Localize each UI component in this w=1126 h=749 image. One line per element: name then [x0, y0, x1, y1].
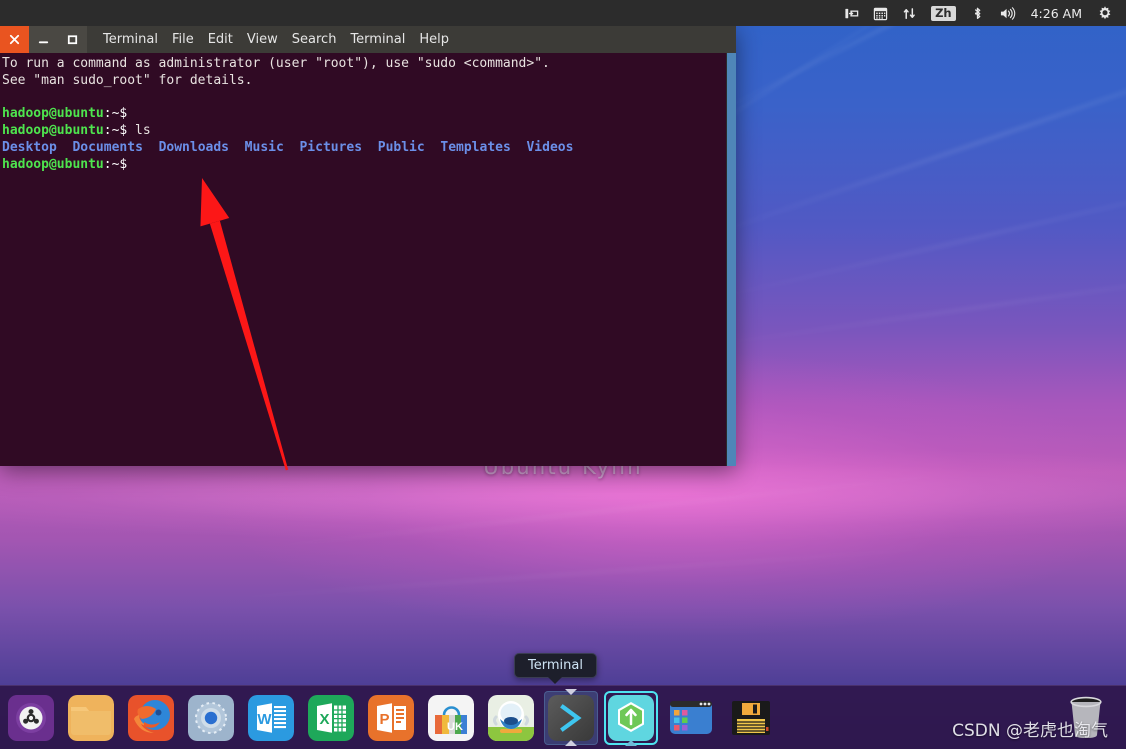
menu-item-search[interactable]: Search [285, 26, 344, 53]
menu-item-file[interactable]: File [165, 26, 201, 53]
terminal-icon [548, 694, 594, 741]
terminal-prompt-line: hadoop@ubuntu:~$ ls [2, 123, 151, 139]
terminal-dir-entry: Templates [440, 139, 511, 155]
software-updater-icon [608, 694, 654, 741]
files-icon [68, 694, 114, 741]
running-indicator-top [565, 688, 577, 695]
terminal-dir-entry: Videos [526, 139, 574, 155]
dock-item-kylin-video[interactable] [484, 691, 538, 745]
dock-item-excel[interactable]: X [304, 691, 358, 745]
system-tray: Zh 4:26 AM [837, 0, 1120, 26]
dock-item-app-grid[interactable] [664, 691, 718, 745]
input-method-label: Zh [931, 5, 956, 21]
top-panel: Zh 4:26 AM [0, 0, 1126, 26]
window-title: Terminal [103, 32, 158, 47]
running-indicator-bottom [565, 739, 577, 746]
close-icon[interactable] [0, 26, 29, 53]
terminal-dir-entry: Documents [72, 139, 143, 155]
terminal-ls-output: Desktop Documents Downloads Music Pictur… [2, 140, 726, 157]
volume-icon[interactable] [992, 0, 1023, 26]
word-icon: W [248, 694, 294, 741]
menu-item-help[interactable]: Help [412, 26, 456, 53]
kylin-video-icon [488, 694, 534, 741]
terminal-scrollbar[interactable] [726, 53, 736, 466]
ubuntu-launcher-icon [8, 694, 54, 741]
terminal-titlebar[interactable]: Terminal File Edit View Search Terminal … [0, 26, 736, 53]
dock-item-files[interactable] [64, 691, 118, 745]
terminal-body[interactable]: To run a command as administrator (user … [0, 53, 736, 466]
dock-item-save-disk[interactable] [724, 691, 778, 745]
menu-item-edit[interactable]: Edit [201, 26, 240, 53]
terminal-prompt-line: hadoop@ubuntu:~$ [2, 156, 128, 172]
terminal-prompt-line: hadoop@ubuntu:~$ [2, 106, 128, 122]
menu-item-terminal[interactable]: Terminal [343, 26, 412, 53]
window-buttons [0, 26, 87, 53]
bluetooth-icon[interactable] [963, 0, 992, 26]
dock-item-powerpoint[interactable]: P [364, 691, 418, 745]
excel-icon: X [308, 694, 354, 741]
terminal-line: To run a command as administrator (user … [2, 56, 550, 71]
menu-item-view[interactable]: View [240, 26, 285, 53]
terminal-line: See "man sudo_root" for details. [2, 72, 253, 88]
dock-item-ubuntu-launcher[interactable] [4, 691, 58, 745]
svg-text:W: W [257, 711, 272, 728]
dock-item-word[interactable]: W [244, 691, 298, 745]
software-center-icon: UK [428, 694, 474, 741]
display-connect-icon[interactable] [837, 0, 866, 26]
gear-icon[interactable] [1090, 0, 1120, 26]
desktop: Ubuntu Kylin Zh 4:26 AM Terminal File Ed… [0, 0, 1126, 749]
terminal-dir-entry: Public [377, 139, 425, 155]
terminal-menubar: Terminal File Edit View Search Terminal … [97, 26, 456, 53]
calendar-icon[interactable] [866, 0, 895, 26]
terminal-dir-entry: Pictures [299, 139, 363, 155]
dock-item-kylin-assistant[interactable] [184, 691, 238, 745]
powerpoint-icon: P [368, 694, 414, 741]
dock-tooltip: Terminal [514, 653, 597, 678]
svg-text:X: X [319, 711, 329, 728]
dock-item-firefox[interactable] [124, 691, 178, 745]
dock-item-software-updater[interactable] [604, 691, 658, 746]
dock-item-terminal[interactable] [544, 688, 598, 746]
network-updown-icon[interactable] [895, 0, 924, 26]
input-method-icon[interactable]: Zh [924, 0, 963, 26]
svg-text:P: P [379, 711, 389, 728]
firefox-icon [128, 694, 174, 741]
terminal-dir-entry: Downloads [158, 139, 230, 155]
terminal-screen[interactable]: To run a command as administrator (user … [0, 53, 726, 466]
watermark: CSDN @老虎也淘气 [952, 721, 1108, 741]
dock-item-software-center[interactable]: UK [424, 691, 478, 745]
running-indicator-bottom [625, 739, 637, 746]
maximize-icon[interactable] [58, 26, 87, 53]
terminal-dir-entry: Desktop [2, 139, 57, 155]
app-grid-icon [670, 700, 712, 734]
terminal-dir-entry: Music [244, 139, 284, 155]
kylin-assistant-icon [188, 694, 234, 741]
minimize-icon[interactable] [29, 26, 58, 53]
clock[interactable]: 4:26 AM [1023, 6, 1090, 21]
save-disk-icon [732, 700, 770, 735]
terminal-window[interactable]: Terminal File Edit View Search Terminal … [0, 26, 736, 466]
svg-text:UK: UK [447, 721, 463, 733]
